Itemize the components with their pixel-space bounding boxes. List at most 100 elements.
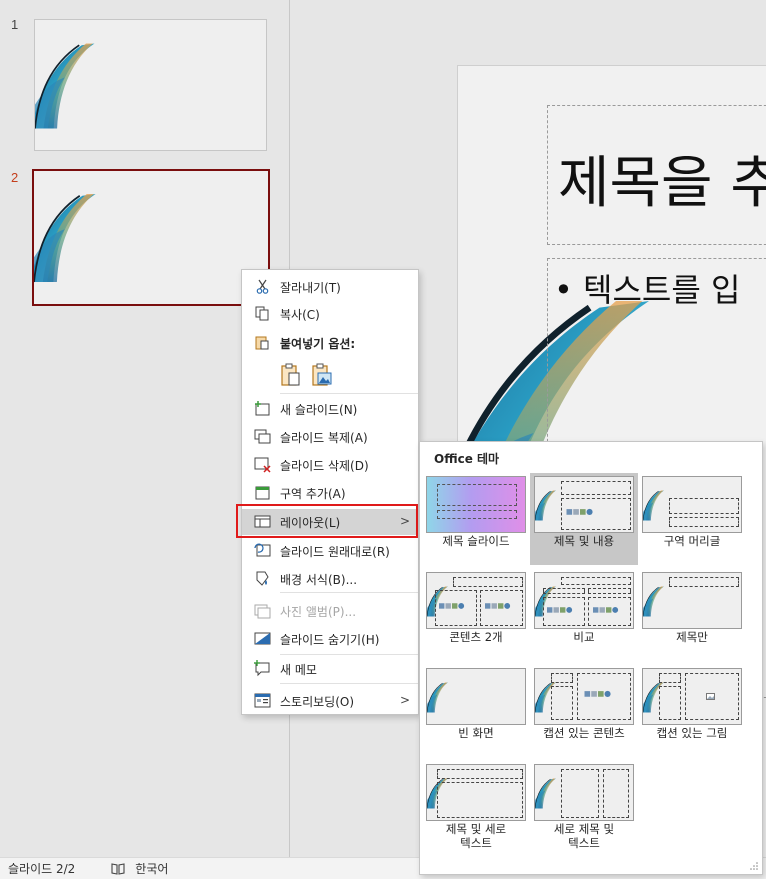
content-type-icons [485,603,511,609]
layout-title-and-vertical-text[interactable]: 제목 및 세로 텍스트 [422,761,530,853]
content-type-icons [566,508,593,515]
menu-item-label: 슬라이드 삭제(D) [280,459,369,473]
layout-thumbnail [534,572,634,629]
slide-thumbnail-2[interactable] [32,169,270,306]
slide-thumbnail-1[interactable] [34,19,267,151]
menu-item-format-background[interactable]: 배경 서식(B)... [242,566,418,590]
menu-item-add-section[interactable]: 구역 추가(A) [242,480,418,504]
menu-item-cut[interactable]: 잘라내기(T) [242,274,418,298]
language-indicator[interactable]: 한국어 [135,860,168,877]
menu-item-label: 슬라이드 원래대로(R) [280,545,390,559]
menu-item-hide-slide[interactable]: 슬라이드 숨기기(H) [242,626,418,650]
storyboarding-icon [254,693,271,708]
menu-item-reset-slide[interactable]: 슬라이드 원래대로(R) [242,538,418,562]
layout-blank[interactable]: 빈 화면 [422,665,530,757]
layout-title-slide[interactable]: 제목 슬라이드 [422,473,530,565]
layout-label: 구역 머리글 [663,534,721,548]
menu-item-new-comment[interactable]: 새 메모 [242,656,418,680]
menu-item-paste-options: 붙여넣기 옵션: [242,330,418,354]
layout-label: 제목만 [676,630,708,644]
menu-item-label: 스토리보딩(O) [280,695,355,709]
delete-slide-icon [254,457,271,473]
photo-album-icon [254,604,271,619]
feather-image [35,42,96,130]
vertical-title-placeholder-box [603,769,629,818]
layout-thumbnail [534,668,634,725]
paste-icon [255,336,269,350]
layout-label: 빈 화면 [458,726,494,740]
content-type-icons [584,690,611,697]
paste-keep-formatting-icon[interactable] [280,363,302,387]
text-placeholder-box [669,517,739,527]
scissors-icon [256,279,269,294]
layout-thumbnail [534,764,634,821]
feather-image [34,192,97,284]
title-placeholder-box [659,673,681,683]
menu-item-label: 잘라내기(T) [280,281,341,295]
content-type-icons [439,603,465,609]
layout-two-content[interactable]: 콘텐츠 2개 [422,569,530,661]
copy-icon [255,306,269,321]
new-slide-icon [255,401,270,416]
layout-comparison[interactable]: 비교 [530,569,638,661]
layout-thumbnail [642,476,742,533]
layout-thumbnail [642,668,742,725]
submenu-arrow: > [399,693,410,707]
feather-image [427,681,449,714]
content-type-icons [547,607,573,613]
title-placeholder[interactable]: 제목을 추 [547,105,766,245]
text-placeholder-box [551,686,573,720]
layout-thumbnail [426,572,526,629]
format-background-icon [256,571,269,586]
layout-title-and-content[interactable]: 제목 및 내용 [530,473,638,565]
menu-item-label: 붙여넣기 옵션: [280,337,356,351]
menu-item-copy[interactable]: 복사(C) [242,301,418,325]
title-text: 제목을 추 [558,151,766,216]
layout-submenu: Office 테마 제목 슬라이드 제목 및 내용 구역 머리글 콘텐츠 2개 … [419,441,763,875]
text-placeholder-box [659,686,681,720]
menu-item-delete-slide[interactable]: 슬라이드 삭제(D) [242,452,418,476]
layout-item-highlight-box [236,504,418,538]
layout-title-only[interactable]: 제목만 [638,569,746,661]
menu-item-label: 배경 서식(B)... [280,573,358,587]
menu-item-storyboarding[interactable]: 스토리보딩(O) > [242,688,418,712]
slide-indicator: 슬라이드 2/2 [8,862,76,876]
title-placeholder-box [561,481,631,495]
layout-label: 비교 [573,630,595,644]
layout-vertical-title-and-text[interactable]: 세로 제목 및 텍스트 [530,761,638,853]
layout-label: 제목 및 내용 [553,534,615,548]
title-placeholder-box [669,498,739,514]
spellcheck-book-icon[interactable] [111,862,125,876]
layout-picture-with-caption[interactable]: 캡션 있는 그림 [638,665,746,757]
separator [280,654,418,655]
title-placeholder-box [437,484,517,506]
layout-label: 제목 슬라이드 [442,534,510,548]
new-comment-icon [254,660,270,677]
menu-item-label: 슬라이드 복제(A) [280,431,368,445]
menu-item-duplicate-slide[interactable]: 슬라이드 복제(A) [242,424,418,448]
title-placeholder-box [561,577,631,585]
vertical-text-placeholder-box [561,769,599,818]
menu-item-label: 새 메모 [280,663,317,677]
layout-label: 캡션 있는 콘텐츠 [543,726,625,740]
resize-grip-icon[interactable] [749,861,759,871]
layout-label: 세로 제목 및 텍스트 [553,822,615,850]
duplicate-slide-icon [254,429,271,444]
menu-item-photo-album: 사진 앨범(P)... [242,598,418,622]
layout-thumbnail [642,572,742,629]
menu-item-label: 새 슬라이드(N) [280,403,358,417]
menu-item-new-slide[interactable]: 새 슬라이드(N) [242,396,418,420]
layout-section-header[interactable]: 구역 머리글 [638,473,746,565]
title-placeholder-box [551,673,573,683]
heading-placeholder-box [543,588,585,594]
vertical-text-placeholder-box [437,782,523,818]
subtitle-placeholder-box [437,510,517,519]
layout-thumbnail [426,668,526,725]
separator [280,592,418,593]
layout-label: 제목 및 세로 텍스트 [445,822,507,850]
title-placeholder-box [453,577,523,587]
picture-icon [706,693,715,700]
menu-item-label: 구역 추가(A) [280,487,346,501]
paste-picture-icon[interactable] [311,363,333,387]
layout-content-with-caption[interactable]: 캡션 있는 콘텐츠 [530,665,638,757]
